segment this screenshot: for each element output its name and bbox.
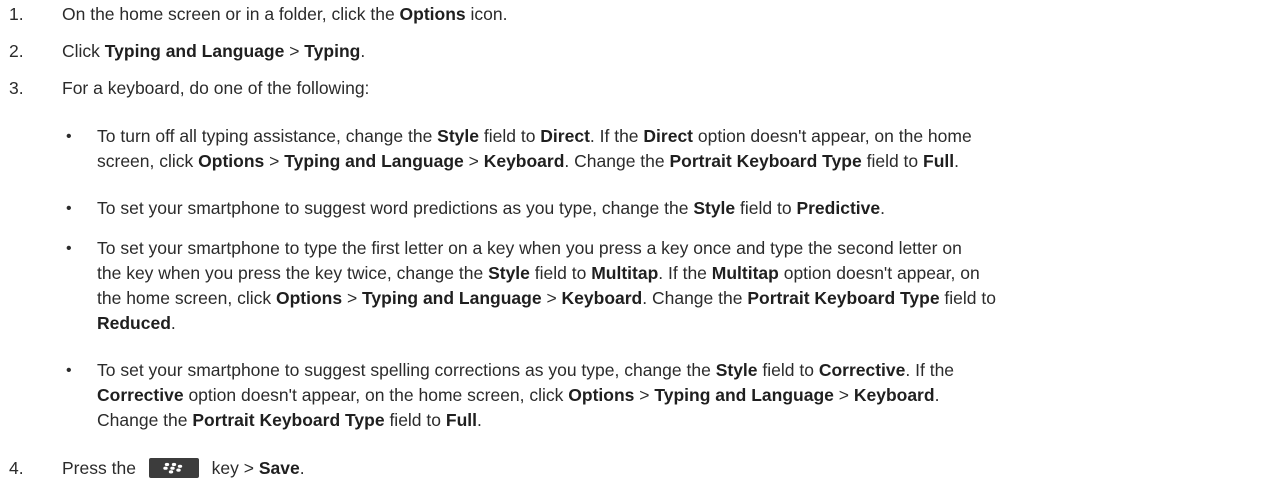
blackberry-menu-key-icon bbox=[148, 458, 199, 479]
bullet-marker: • bbox=[66, 128, 72, 145]
step-text: On the home screen or in a folder, click… bbox=[62, 4, 508, 24]
step-text: For a keyboard, do one of the following: bbox=[62, 78, 370, 98]
bullet-marker: • bbox=[66, 240, 72, 257]
step-number: 1. bbox=[9, 4, 24, 24]
bullet-text: To turn off all typing assistance, chang… bbox=[97, 126, 972, 171]
step-number: 4. bbox=[9, 458, 24, 478]
step-text: Click Typing and Language > Typing. bbox=[62, 41, 366, 61]
step-number: 2. bbox=[9, 41, 24, 61]
step-text: Press the key > Save. bbox=[62, 458, 305, 479]
bullet-text: To set your smartphone to suggest word p… bbox=[97, 198, 885, 218]
bullet-marker: • bbox=[66, 200, 72, 217]
bullet-text: To set your smartphone to type the first… bbox=[97, 238, 996, 333]
step-number: 3. bbox=[9, 78, 24, 98]
bullet-text: To set your smartphone to suggest spelli… bbox=[97, 360, 955, 430]
bullet-marker: • bbox=[66, 362, 72, 379]
